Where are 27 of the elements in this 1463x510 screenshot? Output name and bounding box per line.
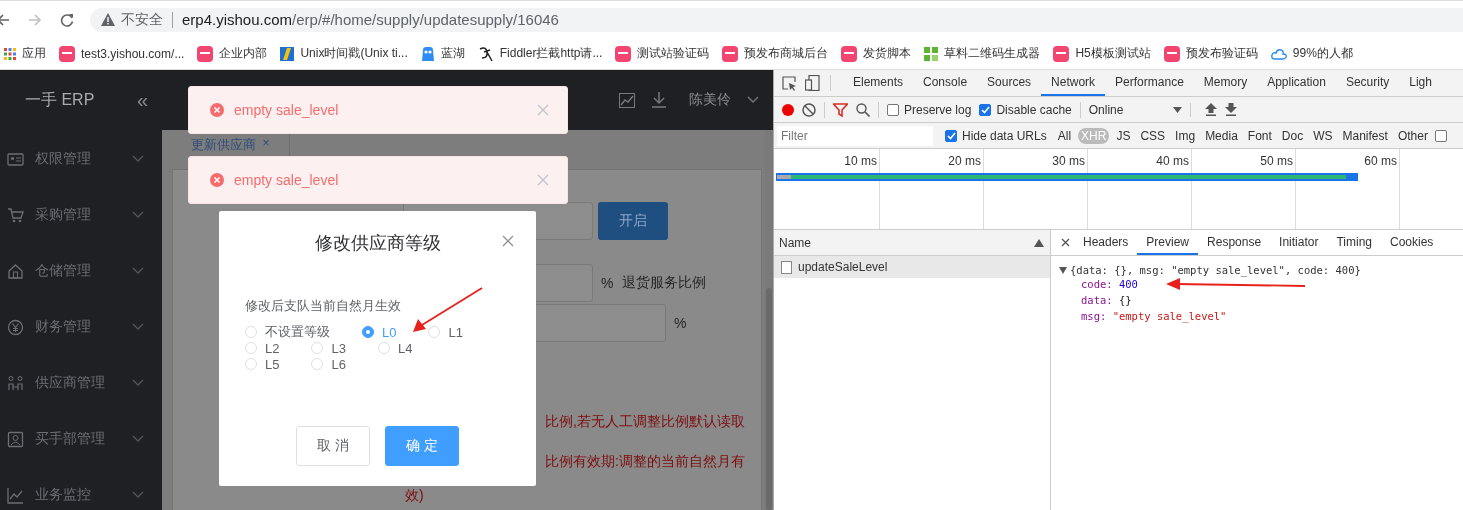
security-label: 不安全 [121,10,163,29]
time-tick: 20 ms [948,154,981,168]
brand-title: 一手 ERP [25,90,95,110]
time-tick: 40 ms [1156,154,1189,168]
note-text: 比例有效期:调整的当前自然月有 [545,453,745,471]
property-line: code: 400 [1081,278,1138,290]
time-tick: 50 ms [1260,154,1293,168]
url-text: erp4.yishou.com/erp/#/home/supply/updatesupply/16046 [182,11,559,28]
object-summary: {data: {}, msg: "empty sale_level", code: 400} [1070,264,1361,276]
property-line: data: {} [1081,294,1132,306]
property-line: msg: "empty sale_level" [1081,310,1227,322]
error-toast: empty sale_level [188,86,568,134]
checkbox-label: Disable cache [996,102,1072,117]
checkbox-label: Hide data URLs [962,128,1047,143]
unit-label: % [601,275,614,291]
note-text: 比例,若无人工调整比例默认读取 [545,413,745,431]
hint-text: 修改后支队当前自然月生效 [245,297,402,315]
request-name: updateSaleLevel [798,260,888,274]
dialog-title: 修改供应商等级 [314,232,441,255]
unit-label: % [674,315,687,331]
note-text: 效) [405,487,424,505]
error-toast: empty sale_level [188,156,568,204]
time-tick: 30 ms [1052,154,1085,168]
time-tick: 60 ms [1364,154,1397,168]
checkbox-label: Preserve log [904,102,972,117]
field-label: 退货服务比例 [622,274,707,292]
time-tick: 10 ms [844,154,877,168]
